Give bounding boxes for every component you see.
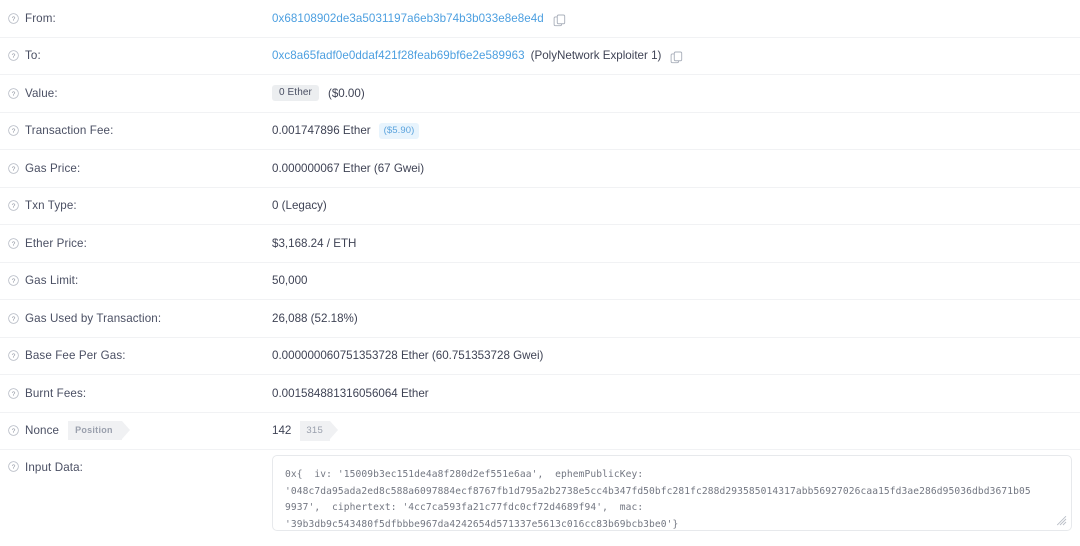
question-circle-icon[interactable]: ? xyxy=(8,350,19,362)
label-nonce-text: Nonce xyxy=(25,424,60,438)
label-ether-price: ? Ether Price: xyxy=(0,225,272,262)
row-value: ? Value: 0 Ether ($0.00) xyxy=(0,75,1080,113)
input-data-wrapper: 0x{ iv: '15009b3ec151de4a8f280d2ef551e6a… xyxy=(272,450,1080,531)
value-gas-limit: 50,000 xyxy=(272,274,308,288)
row-burnt-fees: ? Burnt Fees: 0.001584881316056064 Ether xyxy=(0,375,1080,413)
question-circle-icon[interactable]: ? xyxy=(8,461,19,472)
value-ether-badge: 0 Ether xyxy=(272,85,319,102)
question-circle-icon[interactable]: ? xyxy=(8,237,19,249)
question-circle-icon[interactable]: ? xyxy=(8,87,19,99)
label-value-text: Value: xyxy=(25,86,58,100)
row-gas-limit: ? Gas Limit: 50,000 xyxy=(0,263,1080,300)
svg-text:?: ? xyxy=(12,241,16,248)
input-data-textarea[interactable]: 0x{ iv: '15009b3ec151de4a8f280d2ef551e6a… xyxy=(272,455,1072,531)
svg-text:?: ? xyxy=(12,464,16,471)
value-gas-used: 26,088 (52.18%) xyxy=(272,311,358,325)
svg-text:?: ? xyxy=(12,278,16,285)
transaction-details-panel: ? From: 0x68108902de3a5031197a6eb3b74b3b… xyxy=(0,0,1080,546)
row-gas-price: ? Gas Price: 0.000000067 Ether (67 Gwei) xyxy=(0,150,1080,188)
svg-text:?: ? xyxy=(12,428,16,435)
svg-text:?: ? xyxy=(12,16,16,23)
row-base-fee-per-gas: ? Base Fee Per Gas: 0.000000060751353728… xyxy=(0,338,1080,375)
value-base-fee-per-gas: 0.000000060751353728 Ether (60.751353728… xyxy=(272,349,544,363)
row-ether-price: ? Ether Price: $3,168.24 / ETH xyxy=(0,225,1080,263)
label-gas-used: ? Gas Used by Transaction: xyxy=(0,300,272,337)
label-base-fee-per-gas-text: Base Fee Per Gas: xyxy=(25,349,126,363)
copy-icon[interactable] xyxy=(670,51,683,64)
question-circle-icon[interactable]: ? xyxy=(8,12,19,24)
row-input-data: ? Input Data: 0x{ iv: '15009b3ec151de4a8… xyxy=(0,450,1080,546)
row-gas-used: ? Gas Used by Transaction: 26,088 (52.18… xyxy=(0,300,1080,338)
svg-text:?: ? xyxy=(12,53,16,60)
label-gas-price: ? Gas Price: xyxy=(0,150,272,187)
copy-icon[interactable] xyxy=(553,14,566,27)
transaction-fee-amount: 0.001747896 Ether xyxy=(272,124,371,138)
svg-text:?: ? xyxy=(12,128,16,135)
question-circle-icon[interactable]: ? xyxy=(8,425,19,437)
to-address-link[interactable]: 0xc8a65fadf0e0ddaf421f28feab69bf6e2e5899… xyxy=(272,49,525,62)
label-gas-price-text: Gas Price: xyxy=(25,161,81,175)
label-gas-limit: ? Gas Limit: xyxy=(0,263,272,300)
label-nonce: ? Nonce Position xyxy=(0,413,272,450)
question-circle-icon[interactable]: ? xyxy=(8,312,19,324)
label-burnt-fees: ? Burnt Fees: xyxy=(0,375,272,412)
label-gas-used-text: Gas Used by Transaction: xyxy=(25,311,162,325)
svg-text:?: ? xyxy=(12,316,16,323)
row-transaction-fee: ? Transaction Fee: 0.001747896 Ether ($5… xyxy=(0,113,1080,150)
nonce-position-badge: Position xyxy=(68,421,130,441)
label-transaction-fee: ? Transaction Fee: xyxy=(0,113,272,150)
question-circle-icon[interactable]: ? xyxy=(8,200,19,212)
label-to: ? To: xyxy=(0,38,272,75)
row-to: ? To: 0xc8a65fadf0e0ddaf421f28feab69bf6e… xyxy=(0,38,1080,75)
row-nonce: ? Nonce Position 142 315 xyxy=(0,413,1080,450)
question-circle-icon[interactable]: ? xyxy=(8,162,19,174)
label-base-fee-per-gas: ? Base Fee Per Gas: xyxy=(0,338,272,375)
label-txn-type-text: Txn Type: xyxy=(25,199,77,213)
value-nonce: 142 315 xyxy=(272,413,1080,450)
label-input-data: ? Input Data: xyxy=(0,450,272,474)
from-address-link[interactable]: 0x68108902de3a5031197a6eb3b74b3b033e8e8e… xyxy=(272,12,544,25)
question-circle-icon[interactable]: ? xyxy=(8,387,19,399)
value-amount: 0 Ether ($0.00) xyxy=(272,75,1080,112)
label-transaction-fee-text: Transaction Fee: xyxy=(25,124,114,138)
value-burnt-fees: 0.001584881316056064 Ether xyxy=(272,386,429,400)
value-from: 0x68108902de3a5031197a6eb3b74b3b033e8e8e… xyxy=(272,0,1080,37)
label-burnt-fees-text: Burnt Fees: xyxy=(25,386,87,400)
nonce-value: 142 xyxy=(272,424,292,438)
label-from: ? From: xyxy=(0,0,272,37)
nonce-index-badge: 315 xyxy=(300,421,338,441)
svg-text:?: ? xyxy=(12,203,16,210)
label-ether-price-text: Ether Price: xyxy=(25,236,87,250)
row-txn-type: ? Txn Type: 0 (Legacy) xyxy=(0,188,1080,225)
value-fiat: ($0.00) xyxy=(327,86,365,100)
label-to-text: To: xyxy=(25,49,41,63)
value-gas-price: 0.000000067 Ether (67 Gwei) xyxy=(272,161,425,175)
label-value: ? Value: xyxy=(0,75,272,112)
to-name-tag: (PolyNetwork Exploiter 1) xyxy=(530,49,662,63)
value-transaction-fee: 0.001747896 Ether ($5.90) xyxy=(272,113,1080,150)
row-from: ? From: 0x68108902de3a5031197a6eb3b74b3b… xyxy=(0,0,1080,38)
svg-text:?: ? xyxy=(12,391,16,398)
value-ether-price: $3,168.24 / ETH xyxy=(272,236,357,250)
label-gas-limit-text: Gas Limit: xyxy=(25,274,79,288)
value-to: 0xc8a65fadf0e0ddaf421f28feab69bf6e2e5899… xyxy=(272,38,1080,75)
question-circle-icon[interactable]: ? xyxy=(8,275,19,287)
svg-text:?: ? xyxy=(12,91,16,98)
label-txn-type: ? Txn Type: xyxy=(0,188,272,225)
label-from-text: From: xyxy=(25,11,56,25)
svg-text:?: ? xyxy=(12,353,16,360)
svg-text:?: ? xyxy=(12,166,16,173)
label-input-data-text: Input Data: xyxy=(25,461,83,474)
transaction-fee-fiat-badge: ($5.90) xyxy=(378,123,420,139)
question-circle-icon[interactable]: ? xyxy=(8,50,19,62)
value-txn-type: 0 (Legacy) xyxy=(272,199,327,213)
question-circle-icon[interactable]: ? xyxy=(8,125,19,137)
